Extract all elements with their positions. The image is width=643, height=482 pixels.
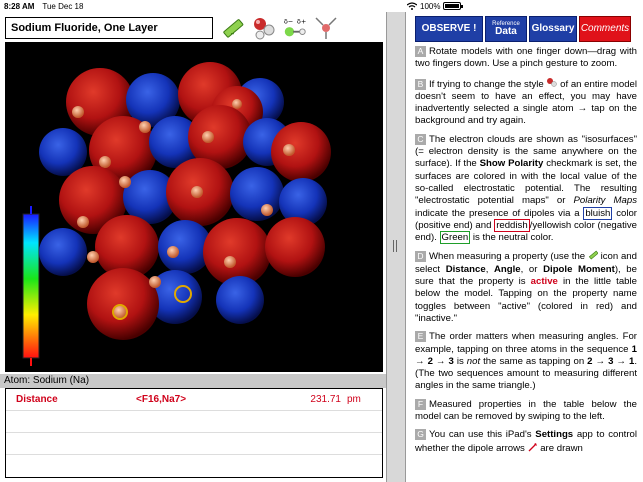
- battery-icon: [443, 2, 464, 10]
- note-g: G You can use this iPad's Settings app to…: [415, 429, 637, 455]
- note-letter: G: [415, 429, 426, 441]
- table-row-empty: [6, 433, 382, 455]
- status-date: Tue Dec 18: [42, 1, 84, 11]
- battery-percent: 100%: [420, 1, 441, 11]
- active-label: active: [530, 276, 558, 288]
- note-text: Measured properties in the table below t…: [415, 398, 637, 423]
- app-root: 8:28 AM Tue Dec 18 100% Sodium Fluoride,…: [0, 0, 643, 482]
- glossary-button[interactable]: Glossary: [529, 16, 577, 42]
- note-text: is: [456, 355, 464, 367]
- note-b: B If trying to change the style of an ent…: [415, 77, 637, 128]
- status-time: 8:28 AM: [4, 1, 35, 11]
- note-e: E The order matters when measuring angles…: [415, 331, 637, 392]
- table-row[interactable]: Distance <F16,Na7> 231.71 pm: [6, 389, 382, 411]
- data-label: Data: [495, 25, 517, 37]
- note-emphasis: Distance: [445, 263, 486, 275]
- note-letter: D: [415, 251, 426, 263]
- table-row-empty: [6, 411, 382, 433]
- svg-text:δ+: δ+: [297, 17, 306, 25]
- note-text: Rotate models with one finger down—drag …: [415, 46, 637, 70]
- bluish-label: bluish: [583, 206, 613, 220]
- model-toolbar: δ− δ+: [220, 14, 339, 42]
- molecule-style-icon: [547, 77, 558, 87]
- ruler-icon[interactable]: [220, 15, 246, 41]
- note-text: The order matters when measuring angles.…: [415, 331, 637, 355]
- note-text: If trying to change the style: [429, 78, 544, 90]
- note-c: C The electron clouds are shown as "isosu…: [415, 133, 637, 245]
- note-letter: C: [415, 133, 426, 145]
- reference-data-button[interactable]: Reference Data: [485, 16, 527, 42]
- status-right: 100%: [407, 0, 643, 12]
- note-letter: B: [415, 78, 426, 90]
- note-emphasis: Dipole Moment: [543, 263, 615, 275]
- note-letter: A: [415, 46, 426, 57]
- note-text: are drawn: [540, 442, 583, 454]
- wifi-icon: [407, 2, 417, 10]
- divider-grip-icon[interactable]: [393, 240, 399, 252]
- model-pane: Sodium Fluoride, One Layer δ− δ+ Atom: S…: [0, 12, 386, 482]
- note-text: When measuring a property (use the: [429, 251, 586, 263]
- observe-button[interactable]: OBSERVE !: [415, 16, 483, 42]
- model-title: Sodium Fluoride, One Layer: [5, 17, 213, 39]
- measurement-table[interactable]: Distance <F16,Na7> 231.71 pm: [5, 388, 383, 478]
- notes-list: A Rotate models with one finger down—drag…: [407, 42, 643, 455]
- property-value: 231.71: [310, 394, 341, 405]
- potential-color-scale: [22, 213, 40, 359]
- pin-icon[interactable]: [313, 15, 339, 41]
- note-sequence: 2 → 3 → 1: [587, 355, 635, 367]
- note-letter: F: [415, 398, 426, 410]
- molecule-style-icon[interactable]: [251, 15, 277, 41]
- reddish-label: reddish: [494, 218, 530, 232]
- selected-atom-label: Atom: Sodium (Na): [0, 374, 386, 388]
- info-tabs: OBSERVE ! Reference Data Glossary Commen…: [407, 12, 643, 42]
- note-f: F Measured properties in the table below …: [415, 398, 637, 424]
- dipole-icon[interactable]: δ− δ+: [282, 15, 308, 41]
- ruler-icon: [588, 251, 599, 260]
- property-atoms: <F16,Na7>: [136, 394, 187, 405]
- dipole-arrow-icon: [528, 442, 537, 452]
- note-text: is the neutral color.: [472, 232, 554, 244]
- property-name[interactable]: Distance: [6, 394, 136, 405]
- svg-text:δ−: δ−: [284, 17, 293, 25]
- green-label: Green: [439, 231, 471, 245]
- note-letter: E: [415, 331, 426, 343]
- note-emphasis: Settings: [535, 429, 574, 441]
- comments-button[interactable]: Comments: [579, 16, 631, 42]
- nacl-lattice-render: [22, 62, 331, 366]
- note-d: D When measuring a property (use the icon…: [415, 250, 637, 325]
- note-emphasis: Show Polarity: [479, 158, 544, 170]
- note-text: the same as tapping on: [483, 355, 585, 367]
- status-bar: 8:28 AM Tue Dec 18 100%: [0, 0, 643, 12]
- property-unit: pm: [347, 394, 361, 405]
- note-text: , or: [520, 263, 538, 275]
- note-text: indicate the presence of dipoles via a: [415, 207, 580, 219]
- note-italic: not: [466, 355, 481, 367]
- note-italic: Polarity Maps: [573, 195, 637, 207]
- note-text: You can use this iPad's: [429, 429, 532, 441]
- molecule-viewer[interactable]: [5, 42, 383, 372]
- split-divider[interactable]: [386, 12, 406, 482]
- note-text: ,: [485, 263, 489, 275]
- note-a: A Rotate models with one finger down—drag…: [415, 46, 637, 71]
- note-emphasis: Angle: [493, 263, 521, 275]
- info-pane: OBSERVE ! Reference Data Glossary Commen…: [407, 12, 643, 482]
